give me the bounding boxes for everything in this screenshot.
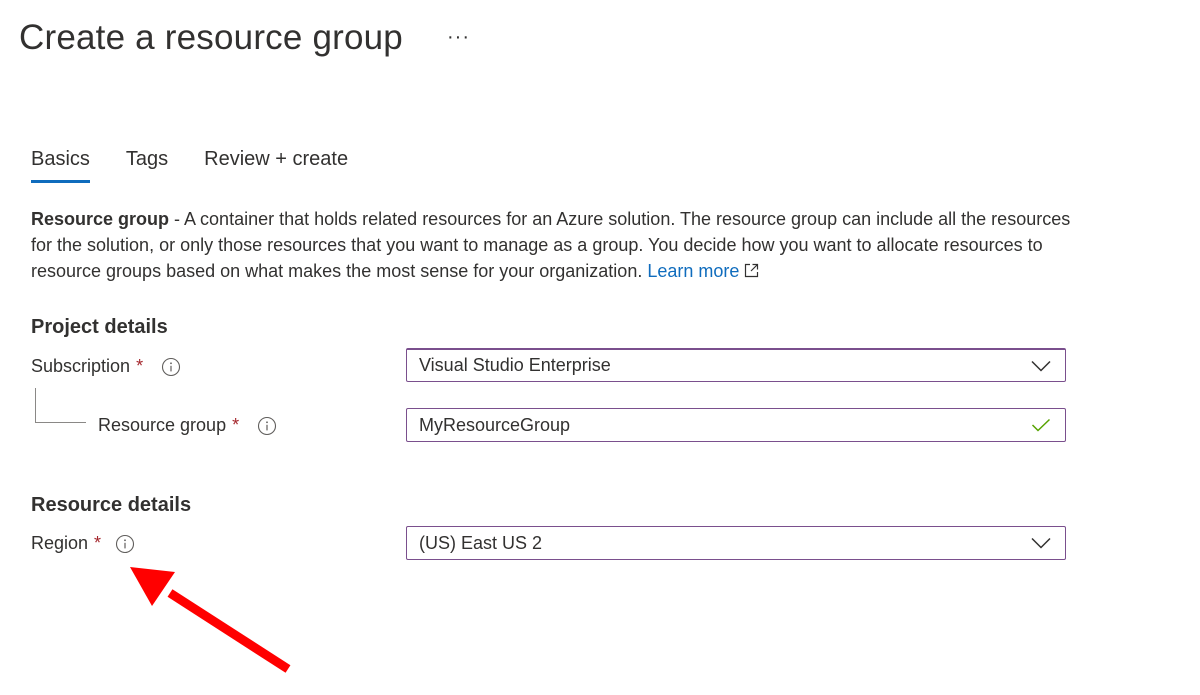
tree-connector: [35, 388, 86, 423]
resource-group-label-text: Resource group: [98, 415, 227, 435]
resource-group-label: Resource group *: [98, 415, 277, 436]
page-title: Create a resource group: [19, 18, 403, 57]
required-indicator: *: [94, 533, 102, 553]
project-details-heading: Project details: [31, 316, 168, 338]
subscription-label-text: Subscription: [31, 356, 131, 376]
chevron-down-icon: [1031, 537, 1051, 549]
resource-group-value: MyResourceGroup: [419, 414, 571, 435]
chevron-down-icon: [1031, 360, 1051, 372]
arrow-head: [130, 567, 175, 606]
arrow-shaft: [167, 589, 291, 673]
tab-tags[interactable]: Tags: [126, 148, 168, 181]
required-indicator: *: [136, 356, 144, 376]
description-text: - A container that holds related resourc…: [31, 209, 1071, 281]
learn-more-link[interactable]: Learn more: [647, 261, 759, 281]
region-dropdown[interactable]: (US) East US 2: [406, 526, 1066, 560]
checkmark-icon: [1031, 418, 1051, 432]
info-icon[interactable]: [257, 416, 277, 436]
tab-bar: Basics Tags Review + create: [31, 148, 384, 183]
resource-group-description: Resource group - A container that holds …: [31, 206, 1081, 285]
description-term: Resource group: [31, 209, 170, 229]
subscription-label: Subscription *: [31, 356, 181, 377]
region-label-text: Region: [31, 533, 89, 553]
resource-details-heading: Resource details: [31, 494, 192, 516]
region-info-icon[interactable]: [115, 534, 135, 554]
more-options-button[interactable]: ···: [447, 26, 470, 49]
learn-more-label: Learn more: [647, 261, 740, 281]
subscription-dropdown[interactable]: Visual Studio Enterprise: [406, 348, 1066, 382]
region-label: Region *: [31, 533, 135, 554]
external-link-icon: [744, 259, 759, 285]
resource-group-input[interactable]: MyResourceGroup: [406, 408, 1066, 442]
info-icon[interactable]: [161, 357, 181, 377]
region-value: (US) East US 2: [419, 532, 543, 553]
required-indicator: *: [232, 415, 240, 435]
tab-review-create[interactable]: Review + create: [204, 148, 348, 181]
subscription-value: Visual Studio Enterprise: [419, 355, 611, 375]
tab-basics[interactable]: Basics: [31, 148, 90, 183]
